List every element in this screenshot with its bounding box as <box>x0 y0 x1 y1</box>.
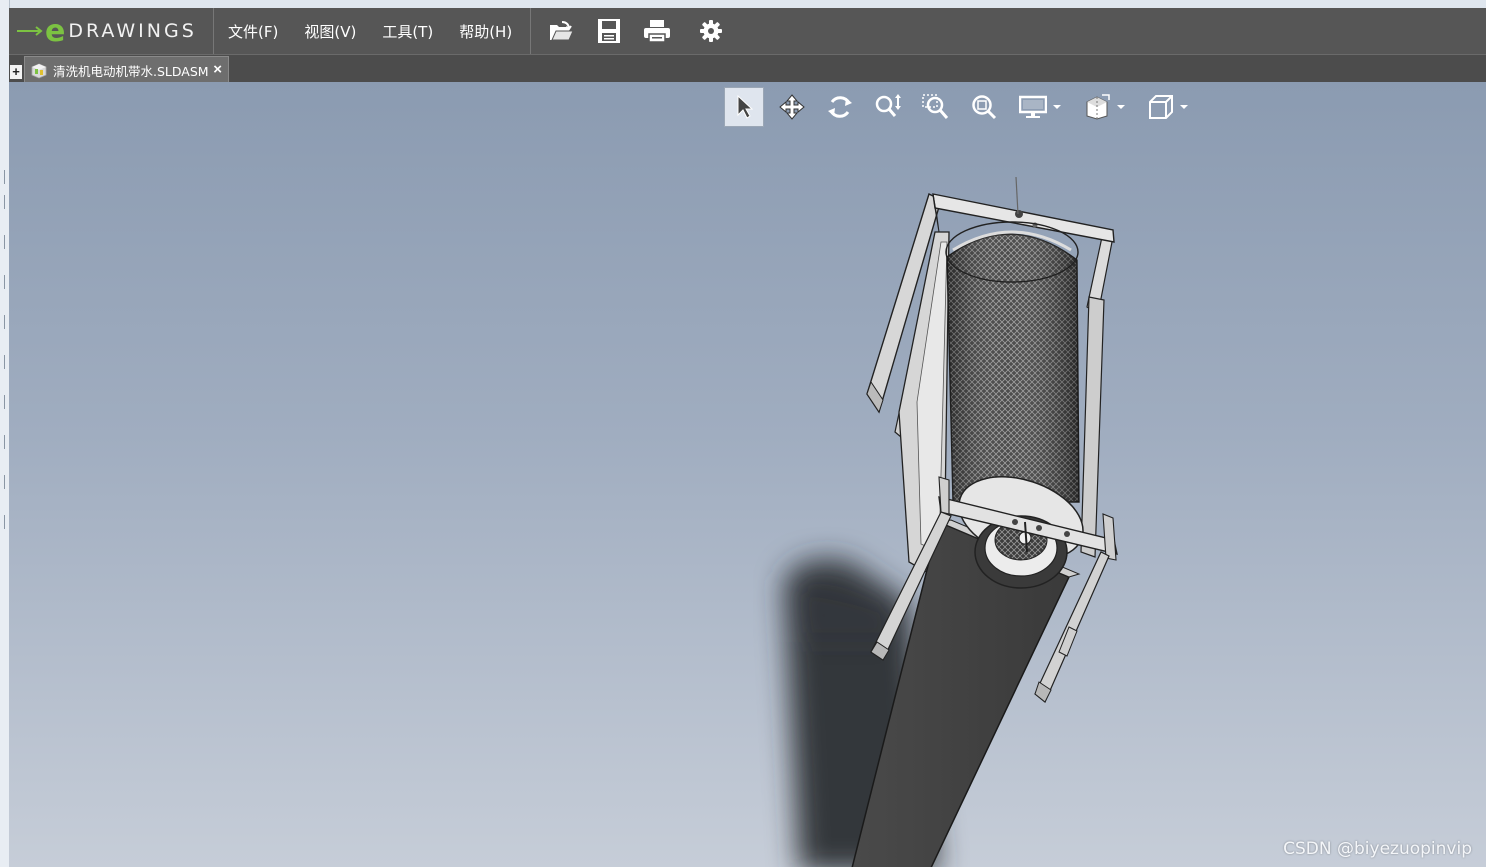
assembly-icon <box>31 63 47 78</box>
logo-e-mark: e <box>45 13 66 49</box>
menu-file[interactable]: 文件(F) <box>216 21 290 42</box>
print-icon <box>644 20 671 43</box>
display-style-icon <box>1019 95 1047 118</box>
zoom-to-fit-button[interactable] <box>964 87 1004 127</box>
document-tab-bar: + 清洗机电动机带水.SLDASM × <box>9 54 1486 84</box>
screen-drum <box>945 221 1080 503</box>
view-orientation-button[interactable] <box>1140 87 1196 127</box>
options-button[interactable] <box>693 13 729 49</box>
logo-arrow-icon <box>17 26 43 36</box>
menu-help[interactable]: 帮助(H) <box>447 21 524 42</box>
menu-view[interactable]: 视图(V) <box>292 21 368 42</box>
edrawings-logo: e DRAWINGS <box>9 8 214 54</box>
display-style-dropdown-icon <box>1053 105 1061 109</box>
zoom-to-fit-icon <box>972 95 997 120</box>
menu-separator <box>530 8 532 54</box>
new-tab-button[interactable]: + <box>10 65 22 79</box>
section-button[interactable] <box>1076 87 1132 127</box>
open-icon <box>550 21 574 41</box>
open-button[interactable] <box>543 13 579 49</box>
gear-icon <box>700 20 723 42</box>
window-top-strip <box>9 0 1486 8</box>
view-orientation-dropdown-icon <box>1180 105 1188 109</box>
view-toolbar <box>724 86 1204 128</box>
document-tab-name: 清洗机电动机带水.SLDASM <box>53 64 209 79</box>
zoom-icon <box>875 94 901 117</box>
section-icon <box>1086 94 1110 120</box>
save-button[interactable] <box>591 13 627 49</box>
view-orientation-icon <box>1149 95 1173 119</box>
3d-viewport[interactable]: CSDN @biyezuopinvip <box>9 82 1486 867</box>
close-tab-button[interactable]: × <box>213 61 222 78</box>
menu-bar: e DRAWINGS 文件(F) 视图(V) 工具(T) 帮助(H) <box>9 8 1486 54</box>
section-dropdown-icon <box>1117 105 1125 109</box>
menu-tools[interactable]: 工具(T) <box>370 21 445 42</box>
select-button[interactable] <box>724 87 764 127</box>
rotate-button[interactable] <box>820 87 860 127</box>
select-arrow-icon <box>737 95 753 119</box>
logo-text: DRAWINGS <box>68 20 197 42</box>
document-tab[interactable]: 清洗机电动机带水.SLDASM × <box>24 56 229 84</box>
frame-back-right <box>1080 236 1113 558</box>
print-button[interactable] <box>639 13 675 49</box>
watermark-text: CSDN @biyezuopinvip <box>1283 839 1472 859</box>
rotate-icon <box>828 96 852 118</box>
model-render <box>784 176 1118 867</box>
save-icon <box>598 19 621 43</box>
zoom-button[interactable] <box>868 87 908 127</box>
display-style-button[interactable] <box>1012 87 1068 127</box>
zoom-to-area-button[interactable] <box>916 87 956 127</box>
zoom-to-area-icon <box>922 94 949 119</box>
pan-icon <box>779 94 805 120</box>
pan-button[interactable] <box>772 87 812 127</box>
